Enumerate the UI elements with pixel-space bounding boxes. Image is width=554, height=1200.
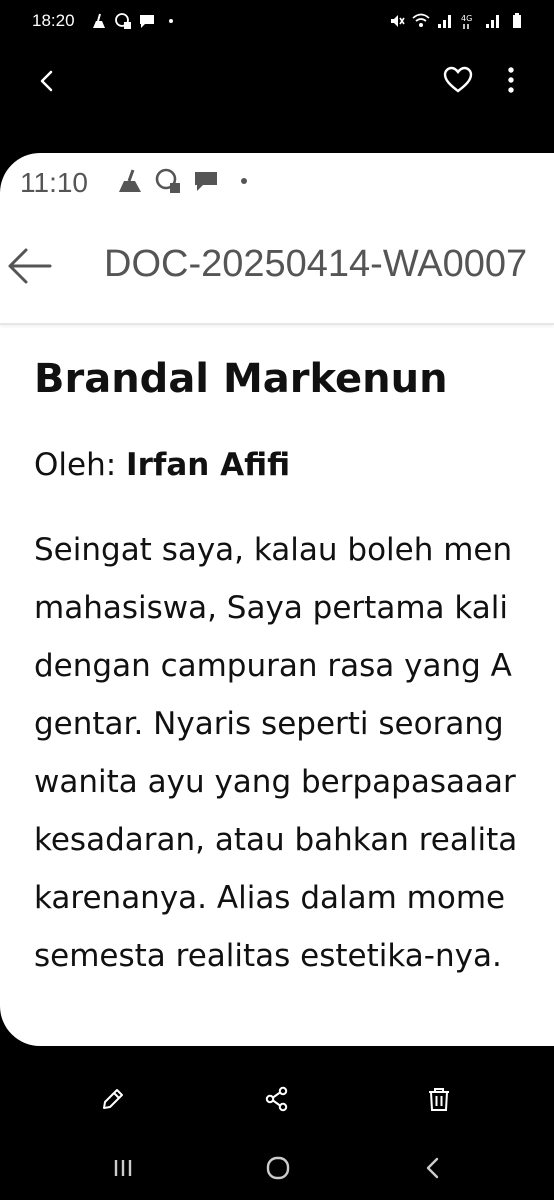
- status-time: 18:20: [32, 11, 75, 30]
- svg-text:4G: 4G: [461, 14, 472, 23]
- screenshot-status-icons: [116, 167, 258, 195]
- heart-icon[interactable]: [440, 62, 476, 98]
- navigation-bar: [0, 1140, 554, 1200]
- wifi-icon: [412, 13, 430, 27]
- cleaning-icon: [93, 13, 105, 28]
- 4g-icon: 4G: [461, 14, 472, 29]
- paragraph-line: kesadaran, atau bahkan realita: [34, 822, 518, 858]
- whatsapp-icon: [115, 13, 131, 29]
- document-author: Oleh: Irfan Afifi: [34, 445, 554, 485]
- viewer-toolbar: [0, 50, 554, 110]
- document-title: DOC-20250414-WA0007: [104, 243, 528, 285]
- document-body: Brandal Markenun Oleh: Irfan Afifi Seing…: [34, 353, 554, 985]
- cleaning-icon: [119, 169, 141, 192]
- status-left-icons: [90, 12, 180, 30]
- paragraph-line: karenanya. Alias dalam mome: [34, 880, 506, 916]
- status-right-icons: 4G: [388, 12, 526, 30]
- action-bar: [0, 1070, 554, 1130]
- document-heading: Brandal Markenun: [34, 356, 448, 402]
- trash-icon[interactable]: [424, 1084, 454, 1114]
- screenshot-status-time: 11:10: [20, 167, 88, 198]
- whatsapp-icon: [155, 168, 180, 193]
- dot-icon: [241, 178, 247, 184]
- more-vertical-icon[interactable]: [496, 62, 526, 98]
- paragraph-line: dengan campuran rasa yang A: [34, 648, 512, 684]
- paragraph-line: mahasiswa, Saya pertama kali: [34, 590, 509, 626]
- screenshot-image: 11:10 DOC-20250414-WA0007 Brandal Marken…: [0, 153, 554, 1046]
- paragraph-line: gentar. Nyaris seperti seorang: [34, 706, 504, 742]
- screenshot-status-bar: 11:10: [0, 153, 554, 213]
- home-icon[interactable]: [264, 1154, 292, 1182]
- paragraph-line: wanita ayu yang berpapasaaar: [34, 764, 516, 800]
- chevron-left-icon[interactable]: [30, 64, 64, 98]
- pencil-icon[interactable]: [98, 1084, 128, 1114]
- document-paragraph: Seingat saya, kalau boleh men mahasiswa,…: [34, 521, 554, 985]
- status-bar: 18:20 4G: [0, 0, 554, 44]
- recent-apps-icon[interactable]: [109, 1154, 137, 1182]
- share-icon[interactable]: [262, 1084, 292, 1114]
- mute-icon: [391, 15, 405, 27]
- signal-icon: [486, 15, 499, 28]
- author-name: Irfan Afifi: [126, 447, 291, 483]
- paragraph-line: Seingat saya, kalau boleh men: [34, 532, 513, 568]
- arrow-left-icon: [8, 248, 52, 284]
- document-app-bar: DOC-20250414-WA0007: [0, 215, 554, 325]
- signal-icon: [438, 15, 451, 28]
- back-icon[interactable]: [419, 1154, 447, 1182]
- message-icon: [140, 15, 154, 28]
- dot-icon: [169, 19, 173, 23]
- message-icon: [195, 172, 217, 191]
- author-prefix: Oleh:: [34, 447, 127, 483]
- battery-icon: [513, 13, 521, 28]
- paragraph-line: semesta realitas estetika-nya.: [34, 938, 502, 974]
